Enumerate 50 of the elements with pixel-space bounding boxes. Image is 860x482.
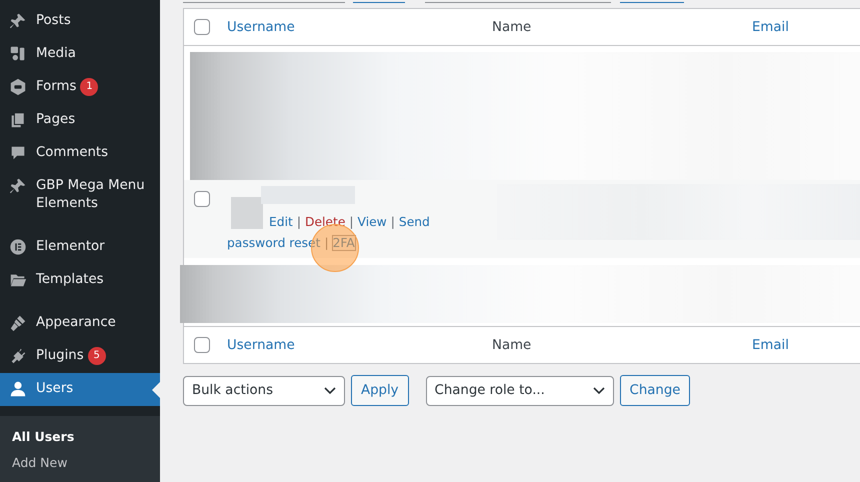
row-action-link[interactable]: Edit bbox=[269, 215, 293, 229]
menu-item[interactable]: Plugins 5 bbox=[0, 340, 160, 373]
column-header[interactable]: Username bbox=[227, 338, 492, 352]
row-action-link[interactable]: Send bbox=[398, 215, 430, 229]
column-header[interactable]: Email bbox=[752, 20, 789, 34]
separator: | bbox=[324, 236, 329, 250]
comment-icon bbox=[9, 144, 27, 162]
forms-icon bbox=[9, 78, 27, 96]
user-icon bbox=[9, 380, 27, 398]
pin-icon bbox=[9, 12, 27, 30]
current-pointer-icon bbox=[152, 382, 160, 398]
change-role-dropdown[interactable]: Change role to... bbox=[426, 376, 614, 406]
menu-item[interactable]: Forms 1 bbox=[0, 71, 160, 104]
menu-item[interactable]: Appearance bbox=[0, 307, 160, 340]
column-header[interactable]: Email bbox=[752, 338, 789, 352]
change-button[interactable]: Change bbox=[620, 375, 690, 406]
row-action-link[interactable]: View bbox=[358, 215, 387, 229]
menu-item[interactable]: Posts bbox=[0, 5, 160, 38]
menu-item[interactable]: Elementor bbox=[0, 231, 160, 264]
separator: | bbox=[296, 215, 301, 229]
chevron-down-icon bbox=[324, 386, 336, 394]
pin-icon bbox=[9, 177, 27, 195]
menu-item[interactable]: Pages bbox=[0, 104, 160, 137]
separator: | bbox=[390, 215, 395, 229]
column-header: Name bbox=[492, 20, 532, 34]
apply-button[interactable]: Apply bbox=[351, 375, 409, 406]
column-header[interactable]: Username bbox=[227, 20, 492, 34]
row-action-link[interactable]: Delete bbox=[304, 215, 346, 229]
pages-icon bbox=[9, 111, 27, 129]
submenu-item[interactable]: Add New bbox=[0, 450, 160, 476]
menu-item[interactable]: GBP Mega Menu Elements bbox=[0, 170, 160, 221]
elementor-icon bbox=[9, 238, 27, 256]
notification-badge: 1 bbox=[80, 78, 98, 96]
select-all-checkbox[interactable] bbox=[194, 19, 210, 35]
row-checkbox[interactable] bbox=[194, 191, 210, 207]
separator: | bbox=[349, 215, 354, 229]
submenu-item[interactable]: All Users bbox=[0, 424, 160, 450]
menu-item[interactable]: Templates bbox=[0, 264, 160, 297]
blurred-avatar bbox=[231, 197, 263, 229]
menu-item[interactable]: Media bbox=[0, 38, 160, 71]
bulk-actions-dropdown[interactable]: Bulk actions bbox=[183, 376, 345, 406]
menu-item[interactable]: Comments bbox=[0, 137, 160, 170]
notification-badge: 5 bbox=[88, 347, 106, 365]
plug-icon bbox=[9, 347, 27, 365]
menu-item[interactable]: Users bbox=[0, 373, 160, 406]
media-icon bbox=[9, 45, 27, 63]
select-all-checkbox[interactable] bbox=[194, 337, 210, 353]
brush-icon bbox=[9, 314, 27, 332]
chevron-down-icon bbox=[592, 386, 605, 394]
column-header: Name bbox=[492, 338, 532, 352]
